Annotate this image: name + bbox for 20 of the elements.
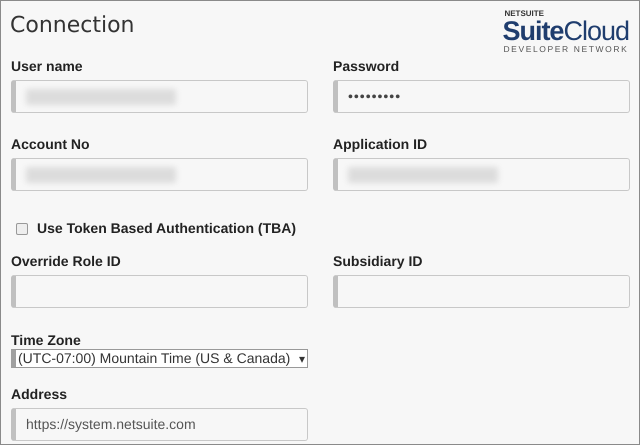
checkbox-label: Use Token Based Authentication (TBA) (37, 219, 296, 238)
input-field[interactable] (333, 275, 630, 308)
input-field[interactable] (11, 80, 308, 113)
field-label: Application ID (333, 135, 428, 154)
field-label: Time Zone (11, 331, 81, 350)
field-label: Subsidiary ID (333, 252, 422, 271)
input-field[interactable] (333, 158, 630, 191)
input-field[interactable] (11, 275, 308, 308)
input-field[interactable] (11, 158, 308, 191)
section-title: Connection (10, 12, 134, 37)
checkbox[interactable] (16, 222, 28, 234)
field-label: Account No (11, 135, 90, 154)
input-field[interactable]: ••••••••• (333, 80, 630, 113)
logo: NETSUITE SuiteCloud DEVELOPER NETWORK (502, 9, 629, 56)
field-label: Password (333, 57, 400, 76)
field-label: Override Role ID (11, 252, 121, 271)
input-field[interactable]: https://system.netsuite.com (11, 408, 308, 441)
time-zone-dropdown[interactable]: (UTC-07:00) Mountain Time (US & Canada) ▾ (11, 349, 308, 368)
field-label: Address (11, 385, 68, 404)
field-label: User name (11, 57, 83, 76)
